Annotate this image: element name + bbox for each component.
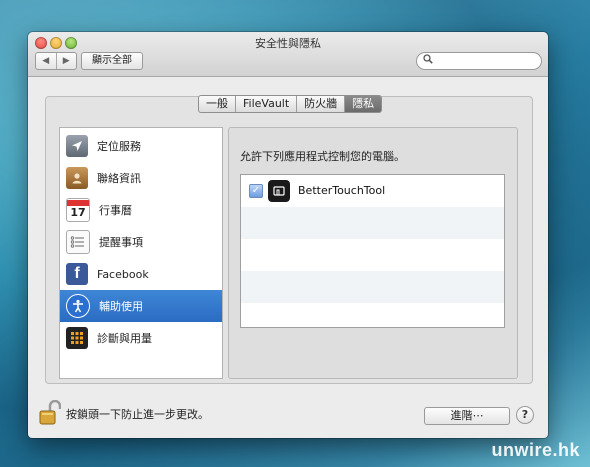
- forward-button[interactable]: ▶: [55, 53, 77, 69]
- preferences-window: 安全性與隱私 ◀ ▶ 顯示全部 一般 FileVault 防火牆 隱私 定位服務: [28, 32, 548, 438]
- empty-row: [241, 207, 504, 239]
- tab-firewall[interactable]: 防火牆: [296, 96, 344, 112]
- show-all-button[interactable]: 顯示全部: [81, 52, 143, 70]
- diagnostics-icon: [66, 327, 88, 349]
- panel-description: 允許下列應用程式控制您的電腦。: [240, 150, 405, 163]
- calendar-icon: 17: [66, 198, 90, 222]
- reminders-icon: [66, 230, 90, 254]
- lock-description: 按鎖頭一下防止進一步更改。: [66, 408, 209, 421]
- sidebar-item-label: 輔助使用: [99, 300, 143, 313]
- search-icon: [423, 54, 433, 67]
- navigation-buttons: ◀ ▶: [35, 52, 77, 70]
- app-checkbox[interactable]: ✓: [249, 184, 263, 198]
- help-button[interactable]: ?: [516, 406, 534, 424]
- privacy-sidebar: 定位服務 聯絡資訊 17 行事曆 提醒事項 f Facebook 輔助使用 診斷…: [59, 127, 223, 379]
- list-item[interactable]: ✓ BetterTouchTool: [241, 175, 504, 207]
- sidebar-item-label: 診斷與用量: [97, 332, 152, 345]
- empty-row: [241, 271, 504, 303]
- bettertouchtool-icon: [268, 180, 290, 202]
- accessibility-icon: [66, 294, 90, 318]
- calendar-day: 17: [70, 206, 86, 219]
- back-button[interactable]: ◀: [36, 53, 56, 69]
- empty-row: [241, 303, 504, 325]
- empty-row: [241, 239, 504, 271]
- lock-icon[interactable]: [39, 399, 62, 426]
- tab-privacy[interactable]: 隱私: [344, 96, 382, 112]
- sidebar-item-label: Facebook: [97, 267, 149, 281]
- facebook-icon: f: [66, 263, 88, 285]
- contacts-icon: [66, 167, 88, 189]
- sidebar-item-label: 聯絡資訊: [97, 172, 141, 185]
- watermark: unwire.hk: [491, 440, 580, 460]
- sidebar-item-label: 行事曆: [99, 204, 132, 217]
- sidebar-item-label: 提醒事項: [99, 236, 143, 249]
- sidebar-item-location-services[interactable]: 定位服務: [60, 130, 222, 162]
- sidebar-item-label: 定位服務: [97, 140, 141, 153]
- sidebar-item-diagnostics[interactable]: 診斷與用量: [60, 322, 222, 354]
- app-list: ✓ BetterTouchTool: [240, 174, 505, 328]
- sidebar-item-calendar[interactable]: 17 行事曆: [60, 194, 222, 226]
- location-icon: [66, 135, 88, 157]
- sidebar-item-accessibility[interactable]: 輔助使用: [60, 290, 222, 322]
- sidebar-item-reminders[interactable]: 提醒事項: [60, 226, 222, 258]
- forward-arrow-icon: ▶: [62, 56, 70, 66]
- tab-general[interactable]: 一般: [199, 96, 235, 112]
- tab-bar: 一般 FileVault 防火牆 隱私: [198, 95, 383, 113]
- window-title: 安全性與隱私: [255, 37, 321, 50]
- titlebar: 安全性與隱私 ◀ ▶ 顯示全部: [28, 32, 548, 77]
- back-arrow-icon: ◀: [42, 56, 50, 66]
- sidebar-item-contacts[interactable]: 聯絡資訊: [60, 162, 222, 194]
- tab-filevault[interactable]: FileVault: [235, 96, 296, 112]
- sidebar-item-facebook[interactable]: f Facebook: [60, 258, 222, 290]
- app-name: BetterTouchTool: [298, 184, 386, 197]
- advanced-button[interactable]: 進階⋯: [424, 407, 510, 425]
- search-field[interactable]: [416, 52, 542, 70]
